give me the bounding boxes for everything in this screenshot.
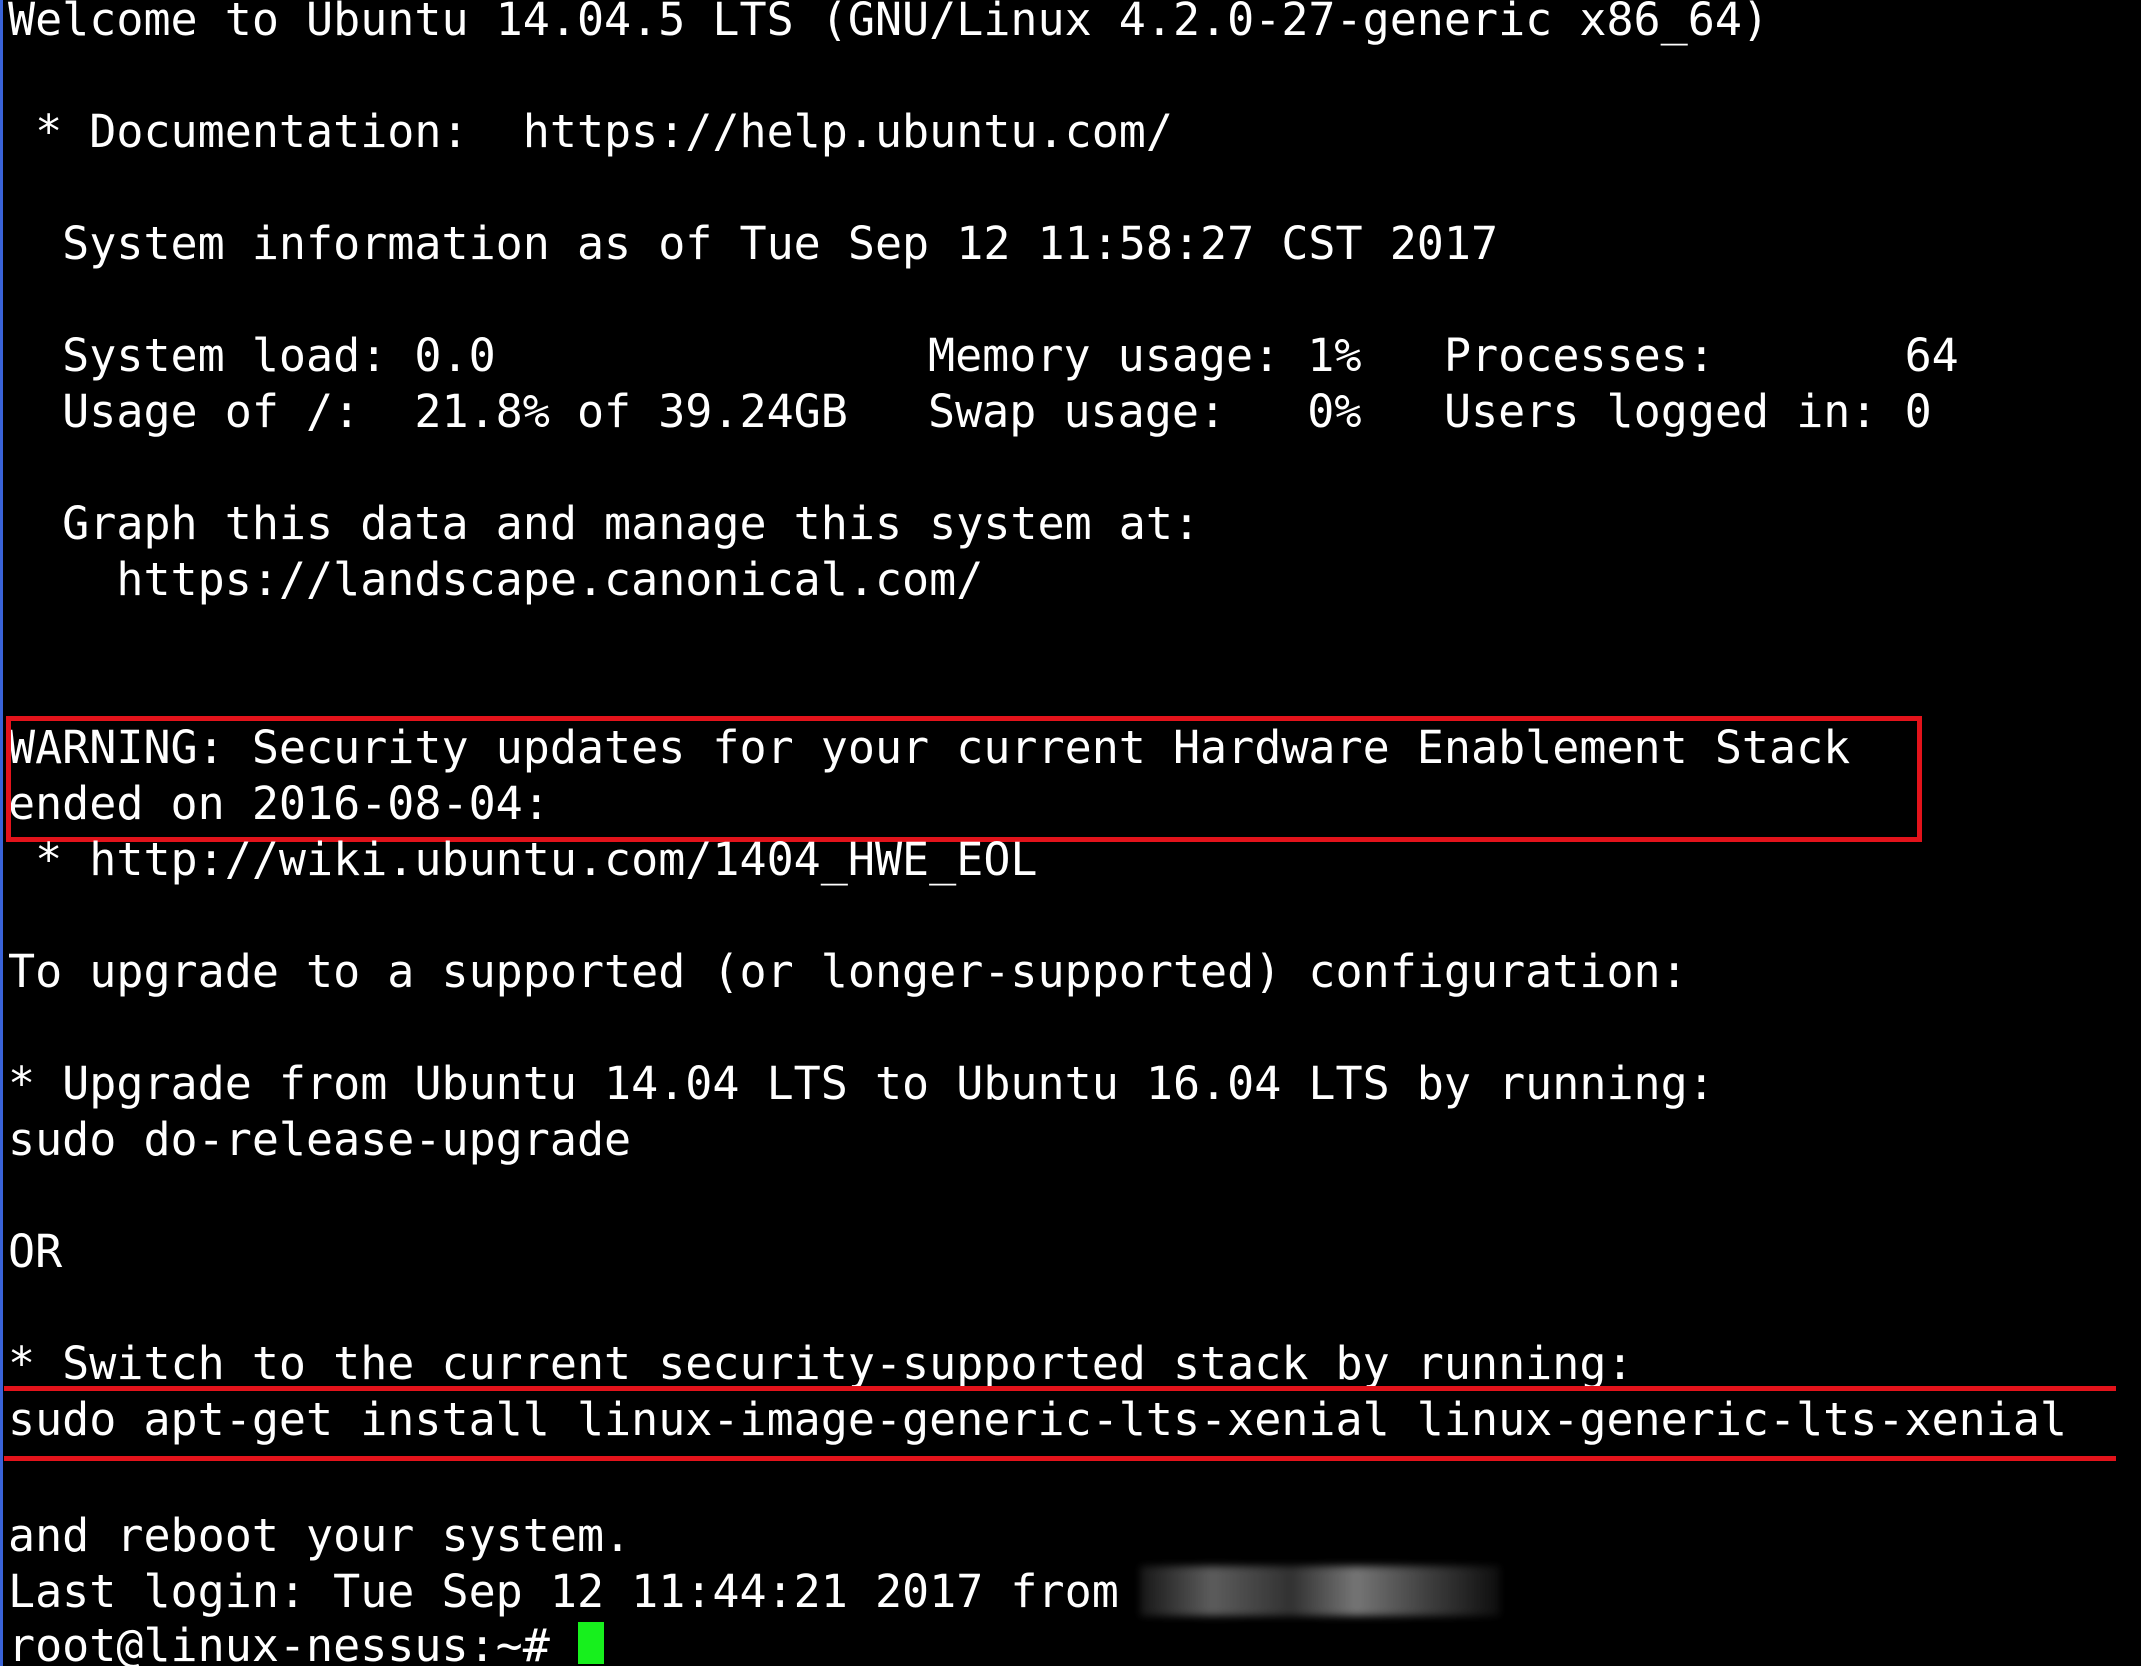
upgrade-instructions-line: To upgrade to a supported (or longer-sup…	[8, 945, 1688, 998]
or-separator: OR	[8, 1225, 63, 1278]
window-border	[0, 0, 3, 1666]
swap-usage-stat: Swap usage: 0%	[928, 385, 1362, 438]
terminal-window[interactable]: Welcome to Ubuntu 14.04.5 LTS (GNU/Linux…	[0, 0, 2141, 1666]
reboot-line: and reboot your system.	[8, 1509, 632, 1562]
terminal-cursor	[578, 1622, 604, 1664]
graph-data-line: Graph this data and manage this system a…	[8, 497, 1201, 550]
memory-usage-stat: Memory usage: 1%	[928, 329, 1362, 382]
welcome-line: Welcome to Ubuntu 14.04.5 LTS (GNU/Linux…	[8, 0, 1769, 46]
upgrade-option-line: * Upgrade from Ubuntu 14.04 LTS to Ubunt…	[8, 1057, 1715, 1110]
hwe-eol-url: * http://wiki.ubuntu.com/1404_HWE_EOL	[8, 833, 1038, 886]
users-logged-in-stat: Users logged in: 0	[1444, 385, 1932, 438]
command-highlight-top-rule	[4, 1386, 2116, 1391]
last-login-line: Last login: Tue Sep 12 11:44:21 2017 fro…	[8, 1565, 1119, 1618]
warning-highlight-box	[6, 716, 1922, 842]
system-information-header: System information as of Tue Sep 12 11:5…	[8, 217, 1499, 270]
switch-stack-line: * Switch to the current security-support…	[8, 1337, 1634, 1390]
shell-prompt[interactable]: root@linux-nessus:~#	[8, 1618, 577, 1666]
redacted-ip-address	[1140, 1566, 1500, 1616]
landscape-url: https://landscape.canonical.com/	[8, 553, 984, 606]
release-upgrade-command: sudo do-release-upgrade	[8, 1113, 632, 1166]
install-command: sudo apt-get install linux-image-generic…	[8, 1393, 2068, 1446]
command-highlight-bottom-rule	[4, 1456, 2116, 1461]
disk-usage-stat: Usage of /: 21.8% of 39.24GB	[8, 385, 848, 438]
documentation-line: * Documentation: https://help.ubuntu.com…	[8, 105, 1173, 158]
processes-stat: Processes: 64	[1444, 329, 1959, 382]
system-load-stat: System load: 0.0	[8, 329, 496, 382]
